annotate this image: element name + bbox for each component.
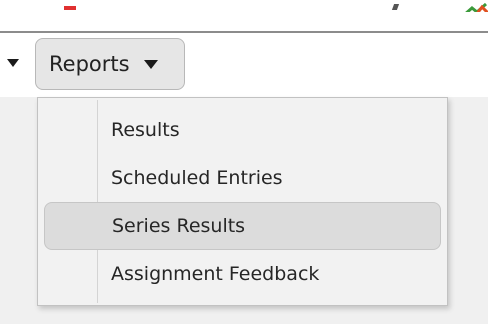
cut-off-toolbar-glyph bbox=[391, 4, 400, 10]
menu-item-label: Scheduled Entries bbox=[111, 167, 283, 189]
menu-item-label: Series Results bbox=[112, 215, 246, 237]
chart-icon[interactable] bbox=[462, 0, 488, 12]
menu-item-series-results[interactable]: Series Results bbox=[44, 202, 441, 250]
menu-item-scheduled-entries[interactable]: Scheduled Entries bbox=[44, 154, 441, 202]
menu-item-label: Assignment Feedback bbox=[111, 263, 320, 285]
menu-item-results[interactable]: Results bbox=[44, 106, 441, 154]
caret-down-icon bbox=[143, 59, 158, 69]
menu-toolbar: Reports bbox=[0, 33, 488, 97]
cut-off-toolbar-icon bbox=[64, 6, 76, 10]
menu-item-assignment-feedback[interactable]: Assignment Feedback bbox=[44, 250, 441, 298]
reports-button-label: Reports bbox=[49, 52, 130, 76]
reports-dropdown-menu: Results Scheduled Entries Series Results… bbox=[37, 97, 448, 306]
caret-down-icon[interactable] bbox=[7, 59, 19, 67]
reports-menu-button[interactable]: Reports bbox=[35, 38, 185, 90]
menu-item-label: Results bbox=[111, 119, 180, 141]
top-toolbar-strip bbox=[0, 0, 488, 33]
